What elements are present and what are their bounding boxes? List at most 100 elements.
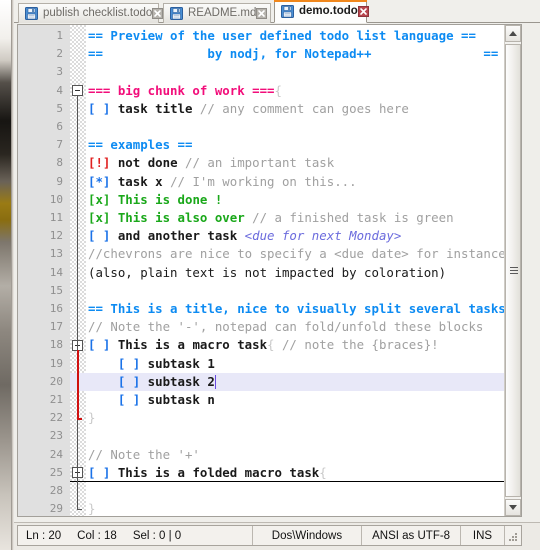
code-token: // note the {braces}! <box>274 337 439 353</box>
code-line-text: [!] not done // an important task <box>88 154 334 172</box>
code-line[interactable]: [!] not done // an important task <box>86 154 504 172</box>
code-line-text: // Note the '+' <box>88 446 200 464</box>
code-line-text: [ ] task title // any comment can goes h… <box>88 100 409 118</box>
fold-margin[interactable] <box>70 25 86 516</box>
code-line[interactable]: [ ] subtask 1 <box>86 355 504 373</box>
line-number: 13 <box>49 247 63 261</box>
status-col-label: Col : 18 <box>77 529 117 542</box>
code-line[interactable]: [ ] task title // any comment can goes h… <box>86 100 504 118</box>
close-icon[interactable] <box>256 8 268 19</box>
code-line[interactable] <box>86 118 504 136</box>
code-line[interactable]: [ ] and another task <due for next Monda… <box>86 227 504 245</box>
line-number: 22 <box>49 411 63 425</box>
line-number: 12 <box>49 229 63 243</box>
close-icon[interactable] <box>357 6 369 17</box>
line-number-row: 9 <box>18 173 70 191</box>
status-encoding-cell[interactable]: ANSI as UTF-8 <box>362 526 462 545</box>
code-token: == by nodj, for Notepad++ == <box>88 46 499 62</box>
status-insert-mode-cell[interactable]: INS <box>461 526 505 545</box>
code-line[interactable]: [ ] This is a macro task{ // note the {b… <box>86 336 504 354</box>
line-number: 18 <box>49 338 63 352</box>
line-number-row: 13 <box>18 245 70 263</box>
code-token: (also, plain text is not impacted by col… <box>88 264 447 280</box>
code-token: not done <box>110 155 185 171</box>
code-line-text: [ ] subtask n <box>88 391 215 409</box>
code-line[interactable]: === big chunk of work ==={ <box>86 82 504 100</box>
code-line-text: [*] task x // I'm working on this... <box>88 173 357 191</box>
code-line[interactable]: // Note the '+' <box>86 446 504 464</box>
save-disk-icon <box>281 5 294 18</box>
code-line-text: //chevrons are nice to specify a <due da… <box>88 245 504 263</box>
code-line[interactable]: [x] This is also over // a finished task… <box>86 209 504 227</box>
code-token: subtask 2 <box>140 373 215 389</box>
line-number: 2 <box>56 47 63 61</box>
document-tab-0[interactable]: publish checklist.todo <box>18 3 164 23</box>
window-left-edge-inner <box>11 0 14 550</box>
line-number-row: 28 <box>18 482 70 500</box>
code-token: This is a folded macro task <box>110 464 320 480</box>
line-number-row: 8 <box>18 154 70 172</box>
scroll-thumb-grip-icon <box>510 266 518 275</box>
code-line[interactable]: } <box>86 500 504 516</box>
code-line[interactable]: //chevrons are nice to specify a <due da… <box>86 245 504 263</box>
code-line[interactable]: [x] This is done ! <box>86 191 504 209</box>
fold-collapse-icon[interactable] <box>72 85 83 97</box>
status-eol-cell[interactable]: Dos\Windows <box>253 526 363 545</box>
code-token: task title <box>110 100 200 116</box>
code-token: [ ] <box>88 392 141 407</box>
line-number: 24 <box>49 447 63 461</box>
code-line[interactable]: // Note the '-', notepad can fold/unfold… <box>86 318 504 336</box>
line-number: 3 <box>56 65 63 79</box>
code-token: // a finished task is green <box>252 210 454 225</box>
folded-block-underline-margin <box>70 481 86 482</box>
code-line[interactable]: [ ] This is a folded macro task{ <box>86 464 504 482</box>
line-number: 4 <box>56 83 63 97</box>
line-number-row: 15 <box>18 282 70 300</box>
fold-connector-line <box>77 95 78 510</box>
line-number: 5 <box>56 101 63 115</box>
code-token: [ ] <box>88 373 141 389</box>
line-number-row: 21 <box>18 391 70 409</box>
code-line[interactable]: [ ] subtask n <box>86 391 504 409</box>
code-line[interactable]: == Preview of the user defined todo list… <box>86 27 504 45</box>
code-line[interactable] <box>86 282 504 300</box>
editor-area[interactable]: 1 2 3 4 5 6 7 8 9 10 11 12 13 14 15 16 17 18 19 20 21 22 23 24 2… <box>17 24 522 517</box>
line-number: 8 <box>56 156 63 170</box>
close-icon[interactable] <box>152 8 164 19</box>
code-line-text: === big chunk of work ==={ <box>88 82 282 100</box>
line-number-row: 16 <box>18 300 70 318</box>
code-line[interactable] <box>86 427 504 445</box>
code-token: This is a macro task <box>110 337 268 353</box>
code-text-area[interactable]: == Preview of the user defined todo list… <box>86 25 504 516</box>
document-tab-1[interactable]: README.md <box>163 3 271 23</box>
code-token: { <box>267 337 275 353</box>
code-line[interactable] <box>86 63 504 81</box>
code-line[interactable]: == This is a title, nice to visually spl… <box>86 300 504 318</box>
scroll-down-arrow-icon[interactable] <box>505 499 521 516</box>
status-resize-grip[interactable] <box>505 526 521 545</box>
resize-grip-icon <box>508 532 518 542</box>
code-line[interactable]: [*] task x // I'm working on this... <box>86 173 504 191</box>
code-line-text: // Note the '-', notepad can fold/unfold… <box>88 318 483 336</box>
scroll-up-arrow-icon[interactable] <box>505 25 521 42</box>
code-token: subtask n <box>140 392 215 407</box>
code-line-text: [ ] subtask 1 <box>88 355 215 373</box>
code-line[interactable] <box>86 482 504 500</box>
line-number: 9 <box>56 174 63 188</box>
line-number-row: 25 <box>18 464 70 482</box>
code-line[interactable]: [ ] subtask 2 <box>86 373 504 391</box>
code-token: // Note the '-', notepad can fold/unfold… <box>88 319 484 335</box>
vertical-scrollbar[interactable] <box>504 25 521 516</box>
fold-connector-end <box>77 418 82 420</box>
vertical-scrollbar-thumb[interactable] <box>505 44 521 497</box>
code-line-text: [ ] This is a macro task{ // note the {b… <box>88 336 439 354</box>
code-token: [ ] <box>88 337 111 353</box>
code-line[interactable]: (also, plain text is not impacted by col… <box>86 264 504 282</box>
code-line-text: [ ] subtask 2 <box>88 373 215 391</box>
document-tab-2[interactable]: demo.todo <box>274 0 369 23</box>
code-line[interactable]: } <box>86 409 504 427</box>
code-token: } <box>88 501 96 516</box>
code-line[interactable]: == by nodj, for Notepad++ == <box>86 45 504 63</box>
line-number-row: 23 <box>18 427 70 445</box>
code-line[interactable]: == examples == <box>86 136 504 154</box>
